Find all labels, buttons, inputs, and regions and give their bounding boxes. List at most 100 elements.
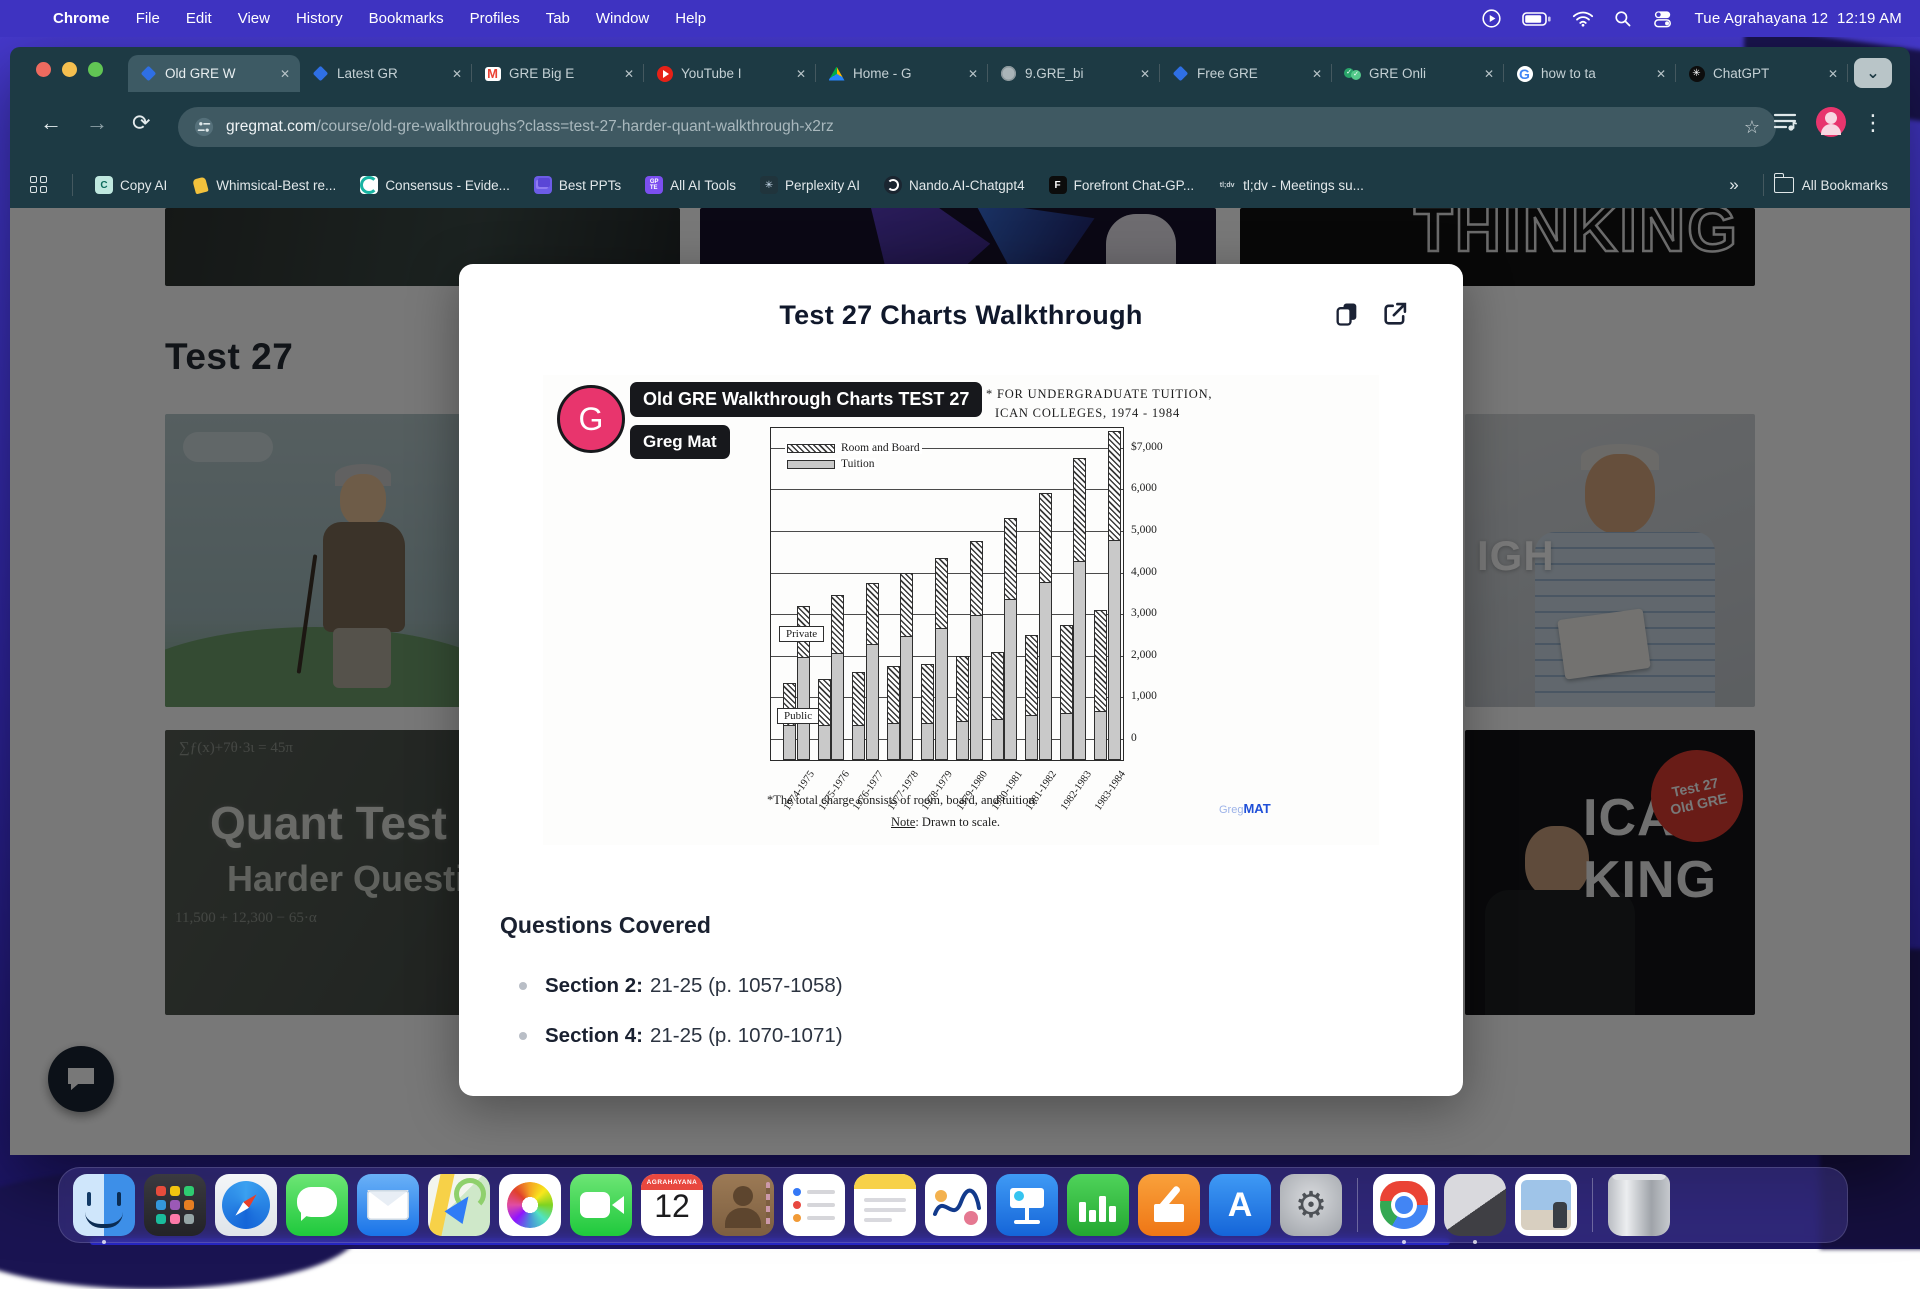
reload-button[interactable]: ⟳ xyxy=(132,110,150,136)
dock-photos-icon[interactable] xyxy=(499,1174,561,1236)
nando-bookmark-icon xyxy=(884,176,902,194)
browser-tab-gre-onli[interactable]: ✓✓GRE Onli✕ xyxy=(1332,55,1504,92)
browser-tab-gre-big-e[interactable]: MGRE Big E✕ xyxy=(472,55,644,92)
tab-close-icon[interactable]: ✕ xyxy=(450,65,464,83)
browser-tab-9-gre-bi[interactable]: 9.GRE_bi✕ xyxy=(988,55,1160,92)
dock-messages-icon[interactable] xyxy=(286,1174,348,1236)
bookmark-consensus-evide-[interactable]: Consensus - Evide... xyxy=(360,176,510,194)
tab-close-icon[interactable]: ✕ xyxy=(1138,65,1152,83)
dock-mail-icon[interactable] xyxy=(357,1174,419,1236)
bookmark-all-ai-tools[interactable]: GPTEAll AI Tools xyxy=(645,176,736,194)
dock-finder-icon[interactable] xyxy=(73,1174,135,1236)
apps-grid-icon[interactable] xyxy=(30,176,48,194)
tab-close-icon[interactable]: ✕ xyxy=(622,65,636,83)
dock-item-safari xyxy=(215,1174,277,1236)
copy-link-icon[interactable] xyxy=(1333,300,1361,328)
menu-item-tab[interactable]: Tab xyxy=(533,10,583,27)
dock-chrome-icon[interactable] xyxy=(1373,1174,1435,1236)
dock-notes-icon[interactable] xyxy=(854,1174,916,1236)
dock-pages-icon[interactable] xyxy=(1138,1174,1200,1236)
dock-launchpad-icon[interactable] xyxy=(144,1174,206,1236)
menu-app-name[interactable]: Chrome xyxy=(40,10,123,27)
bookmark-perplexity-ai[interactable]: ✳Perplexity AI xyxy=(760,176,860,194)
tab-close-icon[interactable]: ✕ xyxy=(1826,65,1840,83)
dock-maps-icon[interactable] xyxy=(428,1174,490,1236)
menu-item-window[interactable]: Window xyxy=(583,10,662,27)
globe-favicon xyxy=(1000,65,1017,82)
bar-private xyxy=(1004,518,1017,760)
dock-divider xyxy=(1357,1178,1358,1232)
url-text[interactable]: gregmat.com/course/old-gre-walkthroughs?… xyxy=(226,118,834,136)
site-settings-icon[interactable] xyxy=(194,117,214,137)
control-center-icon[interactable] xyxy=(1652,10,1674,28)
bookmark-nando-ai-chatgpt4[interactable]: Nando.AI-Chatgpt4 xyxy=(884,176,1025,194)
dock-reminders-icon[interactable] xyxy=(783,1174,845,1236)
browser-tab-chatgpt[interactable]: ✳ChatGPT✕ xyxy=(1676,55,1848,92)
menu-item-view[interactable]: View xyxy=(225,10,283,27)
browser-tab-how-to-ta[interactable]: Ghow to ta✕ xyxy=(1504,55,1676,92)
battery-icon[interactable] xyxy=(1522,11,1552,27)
dock-trash-icon[interactable] xyxy=(1608,1174,1670,1236)
dock-contacts-icon[interactable] xyxy=(712,1174,774,1236)
profile-avatar[interactable] xyxy=(1816,107,1846,137)
traffic-light-close[interactable] xyxy=(36,62,51,77)
menu-clock[interactable]: Tue Agrahayana 12 12:19 AM xyxy=(1694,10,1902,27)
dock-app-store-icon[interactable]: A xyxy=(1209,1174,1271,1236)
traffic-light-minimize[interactable] xyxy=(62,62,77,77)
menu-item-history[interactable]: History xyxy=(283,10,356,27)
screen-mirroring-icon[interactable] xyxy=(1481,8,1502,29)
dock-freeform-icon[interactable] xyxy=(925,1174,987,1236)
question-item: Section 2:21-25 (p. 1057-1058) xyxy=(519,974,843,998)
all-bookmarks-label[interactable]: All Bookmarks xyxy=(1802,178,1888,193)
menu-item-edit[interactable]: Edit xyxy=(173,10,225,27)
menu-items: FileEditViewHistoryBookmarksProfilesTabW… xyxy=(123,10,719,27)
address-bar[interactable]: gregmat.com/course/old-gre-walkthroughs?… xyxy=(178,107,1776,147)
tab-close-icon[interactable]: ✕ xyxy=(1654,65,1668,83)
menu-item-help[interactable]: Help xyxy=(662,10,719,27)
dock-numbers-icon[interactable] xyxy=(1067,1174,1129,1236)
question-item: Section 4:21-25 (p. 1070-1071) xyxy=(519,1024,843,1048)
browser-tab-youtube-i[interactable]: YouTube I✕ xyxy=(644,55,816,92)
browser-tab-free-gre[interactable]: Free GRE✕ xyxy=(1160,55,1332,92)
room-board-segment xyxy=(956,656,969,723)
dock-calendar-icon[interactable]: AGRAHAYANA12 xyxy=(641,1174,703,1236)
back-button[interactable]: ← xyxy=(40,110,62,136)
bookmark-forefront-chat-gp-[interactable]: FForefront Chat-GP... xyxy=(1049,176,1195,194)
bookmarks-overflow-chevrons[interactable]: » xyxy=(1729,175,1738,195)
browser-tab-old-gre-w[interactable]: Old GRE W✕ xyxy=(128,55,300,92)
forward-button[interactable]: → xyxy=(86,110,108,136)
tuition-segment xyxy=(1025,715,1038,760)
menu-item-bookmarks[interactable]: Bookmarks xyxy=(356,10,457,27)
wifi-icon[interactable] xyxy=(1572,10,1594,27)
tab-close-icon[interactable]: ✕ xyxy=(966,65,980,83)
tab-overview-chevron-button[interactable]: ⌄ xyxy=(1854,58,1892,88)
tab-close-icon[interactable]: ✕ xyxy=(794,65,808,83)
dock-keynote-icon[interactable] xyxy=(996,1174,1058,1236)
chrome-menu-kebab-icon[interactable]: ⋮ xyxy=(1862,110,1884,136)
calendar-day-label: 12 xyxy=(641,1188,703,1225)
bookmark-copy-ai[interactable]: CCopy AI xyxy=(95,176,167,194)
browser-tab-home-g[interactable]: Home - G✕ xyxy=(816,55,988,92)
tab-close-icon[interactable]: ✕ xyxy=(278,65,292,83)
media-controls-icon[interactable] xyxy=(1772,110,1798,134)
dock-safari-icon[interactable] xyxy=(215,1174,277,1236)
menu-item-profiles[interactable]: Profiles xyxy=(457,10,533,27)
drive-favicon xyxy=(828,65,845,82)
traffic-light-zoom[interactable] xyxy=(88,62,103,77)
video-preview[interactable]: G Old GRE Walkthrough Charts TEST 27 Gre… xyxy=(543,375,1379,845)
bookmark-star-icon[interactable]: ☆ xyxy=(1744,117,1760,138)
bookmark-tl-dv-meetings-su-[interactable]: tl;dvtl;dv - Meetings su... xyxy=(1218,176,1364,194)
tab-close-icon[interactable]: ✕ xyxy=(1482,65,1496,83)
bookmark-whimsical-best-re-[interactable]: Whimsical-Best re... xyxy=(191,176,336,194)
dock-facetime-icon[interactable] xyxy=(570,1174,632,1236)
menu-item-file[interactable]: File xyxy=(123,10,173,27)
spotlight-search-icon[interactable] xyxy=(1614,10,1632,28)
bookmark-best-ppts[interactable]: Best PPTs xyxy=(534,176,621,194)
tab-close-icon[interactable]: ✕ xyxy=(1310,65,1324,83)
browser-tab-latest-gr[interactable]: Latest GR✕ xyxy=(300,55,472,92)
dock-downloads-icon[interactable] xyxy=(1515,1174,1577,1236)
dock-settings-icon[interactable]: ⚙ xyxy=(1280,1174,1342,1236)
dock-screenshot-icon[interactable] xyxy=(1444,1174,1506,1236)
open-external-icon[interactable] xyxy=(1381,300,1409,328)
bar-public xyxy=(1025,635,1038,760)
